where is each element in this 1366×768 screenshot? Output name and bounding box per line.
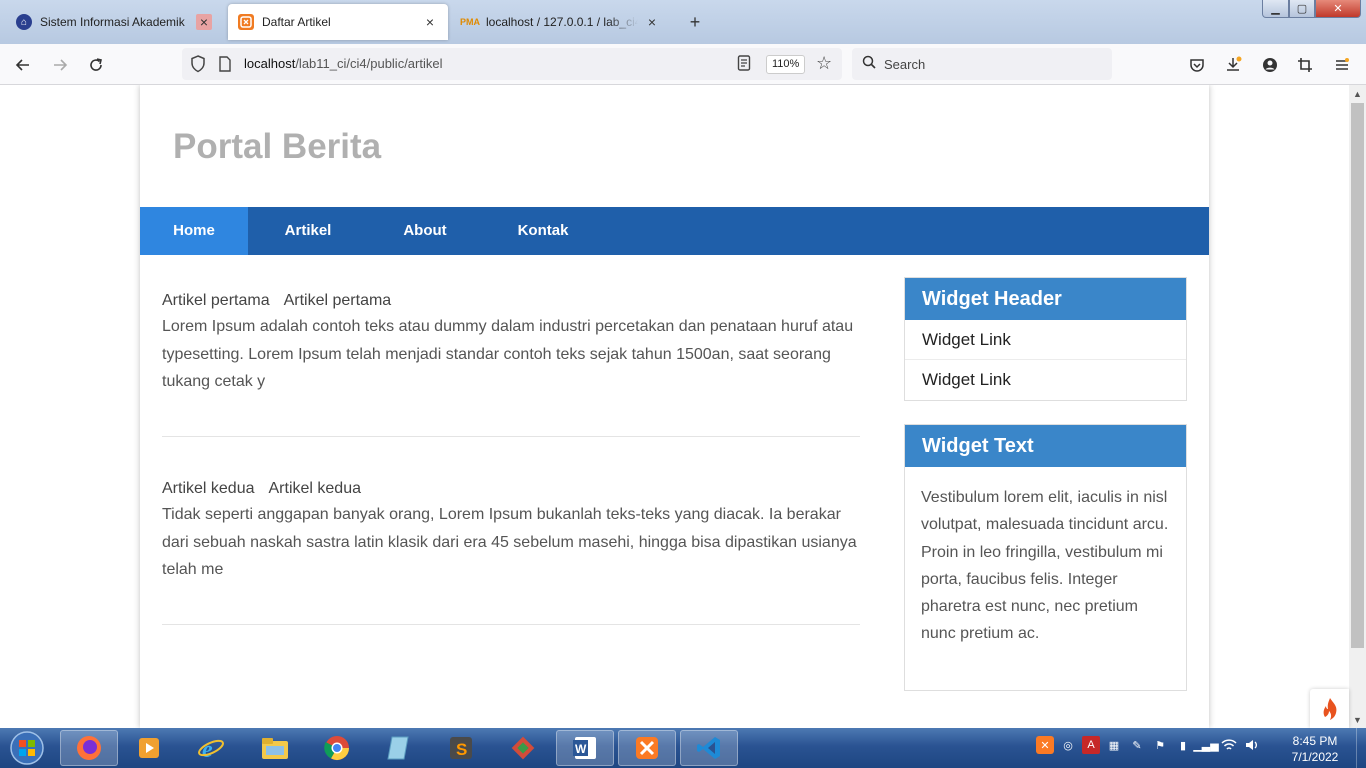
page-container: Portal Berita Home Artikel About Kontak … [140, 85, 1209, 728]
university-seal-icon: ⌂ [16, 14, 32, 30]
reload-icon[interactable] [83, 52, 109, 78]
close-icon[interactable]: × [644, 14, 660, 30]
acrobat-tray-icon[interactable]: A [1082, 736, 1100, 754]
screenshot-crop-icon[interactable] [1292, 52, 1318, 78]
taskbar-clock[interactable]: 8:45 PM 7/1/2022 [1282, 733, 1348, 765]
pen-tray-icon[interactable]: ✎ [1128, 736, 1146, 754]
forward-icon[interactable] [47, 52, 73, 78]
word-icon[interactable]: W [556, 730, 614, 766]
scroll-up-icon[interactable]: ▲ [1349, 85, 1366, 102]
signal-icon[interactable]: ▁▃▅ [1193, 736, 1218, 754]
tab-title: localhost / 127.0.0.1 / lab_ci4 / a [486, 15, 638, 29]
internet-explorer-icon[interactable]: e [182, 730, 240, 766]
article-title-repeat: Artikel kedua [268, 480, 362, 497]
widget-text-box: Widget Text Vestibulum lorem elit, iacul… [904, 424, 1187, 691]
show-desktop-button[interactable] [1356, 728, 1366, 768]
maximize-icon[interactable]: ▢ [1289, 0, 1315, 18]
navigation-toolbar: localhost/lab11_ci/ci4/public/artikel 11… [0, 44, 1366, 85]
widget-header-box: Widget Header Widget Link Widget Link [904, 277, 1187, 401]
flag-tray-icon[interactable]: ⚑ [1151, 736, 1169, 754]
article-heading: Artikel kedua Artikel kedua [162, 479, 860, 499]
widget-text-body: Vestibulum lorem elit, iaculis in nisl v… [921, 489, 1169, 643]
menu-icon[interactable] [1329, 52, 1355, 78]
wifi-icon[interactable] [1220, 736, 1238, 754]
widget-header-title: Widget Header [905, 278, 1186, 320]
article-title[interactable]: Artikel pertama [162, 292, 270, 309]
phpmyadmin-icon: PMA [460, 17, 480, 27]
article-item: Artikel pertama Artikel pertama Lorem Ips… [162, 291, 860, 396]
file-explorer-icon[interactable] [246, 730, 304, 766]
git-icon[interactable] [494, 730, 552, 766]
vscode-icon[interactable] [680, 730, 738, 766]
new-tab-icon[interactable]: + [684, 11, 706, 33]
browser-titlebar: ⌂ Sistem Informasi Akademik × Daftar Art… [0, 0, 1366, 44]
article-item: Artikel kedua Artikel kedua Tidak seperti… [162, 479, 860, 584]
scrollbar-thumb[interactable] [1351, 103, 1364, 648]
tab-phpmyadmin[interactable]: PMA localhost / 127.0.0.1 / lab_ci4 / a … [452, 4, 670, 40]
downloads-icon[interactable] [1221, 52, 1247, 78]
svg-text:S: S [456, 740, 467, 759]
zoom-level-badge[interactable]: 110% [766, 55, 806, 74]
minimize-icon[interactable]: ▁ [1262, 0, 1289, 18]
notepad-icon[interactable] [370, 730, 428, 766]
page-info-icon[interactable] [218, 56, 232, 77]
start-button[interactable] [4, 730, 50, 766]
article-heading: Artikel pertama Artikel pertama [162, 291, 860, 311]
pocket-icon[interactable] [1184, 52, 1210, 78]
svg-text:e: e [202, 737, 213, 762]
article-divider [162, 436, 860, 437]
firefox-icon[interactable] [60, 730, 118, 766]
volume-icon[interactable] [1243, 736, 1261, 754]
clock-date: 7/1/2022 [1291, 750, 1339, 764]
close-icon[interactable]: × [422, 14, 438, 30]
widget-link[interactable]: Widget Link [905, 320, 1186, 360]
reader-view-icon[interactable] [737, 55, 751, 76]
nav-home[interactable]: Home [140, 207, 248, 255]
main-navbar: Home Artikel About Kontak [140, 207, 1209, 255]
tab-title: Daftar Artikel [262, 15, 331, 29]
site-title: Portal Berita [173, 127, 382, 166]
codeigniter-debug-toolbar-icon[interactable] [1310, 689, 1349, 728]
article-divider [162, 624, 860, 625]
article-excerpt: Lorem Ipsum adalah contoh teks atau dumm… [162, 318, 854, 390]
search-bar[interactable] [852, 48, 1112, 80]
scroll-down-icon[interactable]: ▼ [1349, 711, 1366, 728]
nav-about[interactable]: About [368, 207, 482, 255]
system-tray: ✕ ◎ A ▦ ✎ ⚑ ▮ ▁▃▅ [1036, 736, 1261, 754]
tab-title: Sistem Informasi Akademik [40, 15, 185, 29]
article-title[interactable]: Artikel kedua [162, 480, 255, 497]
nav-artikel[interactable]: Artikel [248, 207, 368, 255]
clock-time: 8:45 PM [1292, 734, 1338, 748]
search-input[interactable] [884, 56, 1084, 72]
search-tray-icon[interactable]: ◎ [1059, 736, 1077, 754]
svg-text:W: W [575, 742, 587, 756]
battery-icon[interactable]: ▮ [1174, 736, 1192, 754]
nav-kontak[interactable]: Kontak [482, 207, 604, 255]
tab-daftar-artikel[interactable]: Daftar Artikel × [228, 4, 448, 40]
close-icon[interactable]: × [196, 14, 212, 30]
codeigniter-icon [238, 14, 254, 30]
network-tray-icon[interactable]: ▦ [1105, 736, 1123, 754]
bookmark-star-icon[interactable]: ☆ [816, 53, 832, 74]
account-icon[interactable] [1257, 52, 1283, 78]
xampp-tray-icon[interactable]: ✕ [1036, 736, 1054, 754]
address-bar[interactable]: localhost/lab11_ci/ci4/public/artikel 11… [182, 48, 842, 80]
tracking-protection-icon[interactable] [190, 55, 206, 78]
widget-link[interactable]: Widget Link [905, 360, 1186, 400]
sublime-text-icon[interactable]: S [432, 730, 490, 766]
chrome-icon[interactable] [308, 730, 366, 766]
search-icon [862, 55, 876, 74]
back-icon[interactable] [10, 52, 36, 78]
xampp-icon[interactable] [618, 730, 676, 766]
widget-text-title: Widget Text [905, 425, 1186, 467]
tab-sistem-informasi[interactable]: ⌂ Sistem Informasi Akademik × [6, 4, 222, 40]
windows-taskbar: e S W ✕ ◎ A ▦ ✎ ⚑ ▮ ▁▃▅ 8:45 PM 7/1/2022 [0, 728, 1366, 768]
media-player-icon[interactable] [120, 730, 178, 766]
page-viewport: Portal Berita Home Artikel About Kontak … [0, 85, 1349, 728]
page-scrollbar[interactable]: ▲ ▼ [1349, 85, 1366, 728]
url-text[interactable]: localhost/lab11_ci/ci4/public/artikel [244, 56, 442, 71]
article-title-repeat: Artikel pertama [283, 292, 392, 309]
window-close-icon[interactable]: ✕ [1315, 0, 1361, 18]
article-excerpt: Tidak seperti anggapan banyak orang, Lor… [162, 506, 857, 578]
